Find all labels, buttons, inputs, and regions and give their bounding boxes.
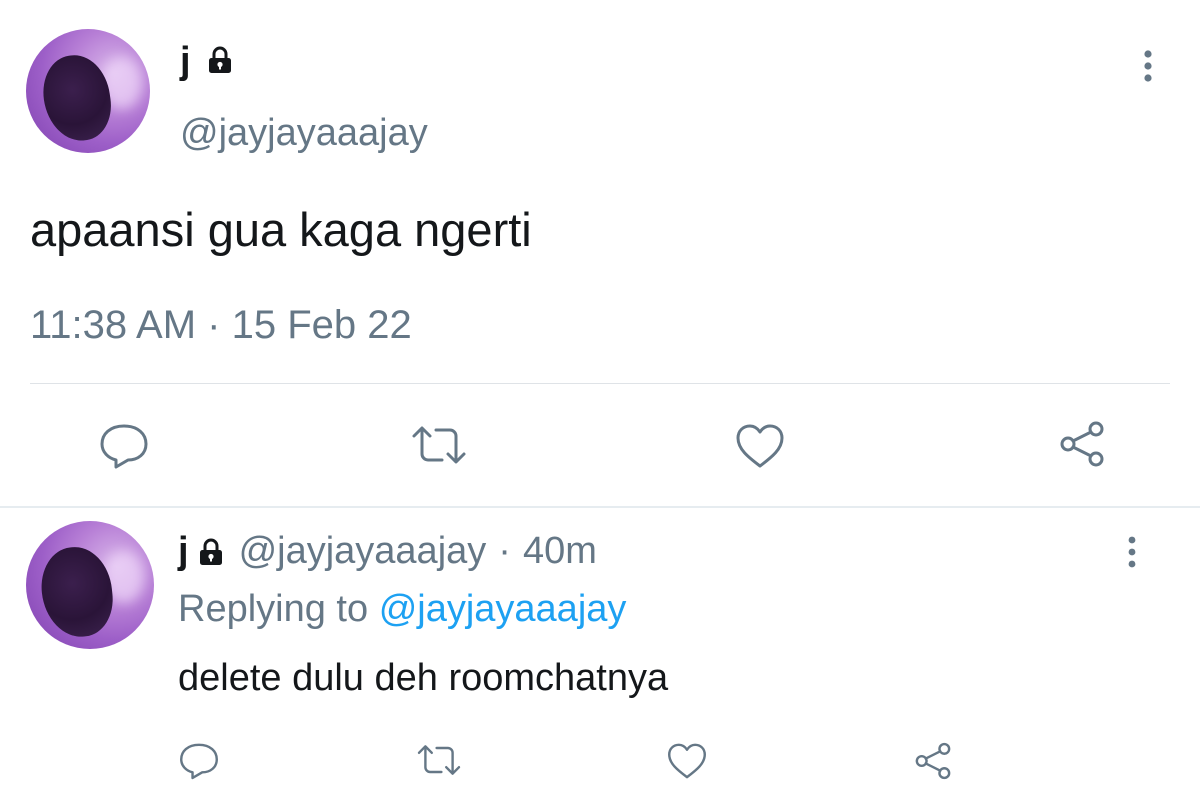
- reply-timestamp[interactable]: 40m: [523, 530, 597, 573]
- more-vertical-icon[interactable]: [1136, 48, 1160, 84]
- more-vertical-icon[interactable]: [1120, 534, 1144, 570]
- share-icon[interactable]: [912, 740, 954, 782]
- retweet-icon[interactable]: [414, 740, 464, 780]
- like-icon[interactable]: [664, 740, 710, 782]
- lock-icon: [199, 538, 222, 565]
- reply-display-name[interactable]: j: [178, 530, 189, 573]
- separator-dot: ·: [498, 530, 511, 572]
- author-avatar[interactable]: [26, 29, 150, 153]
- avatar-figure: [37, 543, 117, 641]
- replying-to-label: Replying to: [178, 588, 369, 630]
- reply-text: delete dulu deh roomchatnya: [178, 657, 669, 699]
- author-display-name[interactable]: j: [180, 40, 191, 83]
- reply-author-avatar[interactable]: [26, 521, 154, 649]
- retweet-icon[interactable]: [408, 420, 470, 470]
- lock-icon: [209, 46, 231, 73]
- author-handle[interactable]: @jayjayaaajay: [180, 112, 428, 155]
- replying-to: Replying to @jayjayaaajay: [178, 588, 626, 631]
- reply-handle[interactable]: @jayjayaaajay: [239, 530, 487, 573]
- reply-header: j @jayjayaaajay · 40m: [178, 530, 597, 573]
- tweet-text: apaansi gua kaga ngerti: [30, 203, 532, 256]
- share-icon[interactable]: [1056, 418, 1108, 470]
- reply-icon[interactable]: [176, 740, 222, 782]
- section-divider: [0, 506, 1200, 508]
- divider: [30, 383, 1170, 384]
- avatar-figure: [38, 50, 116, 146]
- reply-icon[interactable]: [96, 420, 152, 472]
- replying-to-link[interactable]: @jayjayaaajay: [379, 588, 627, 630]
- like-icon[interactable]: [732, 420, 788, 472]
- tweet-timestamp[interactable]: 11:38 AM · 15 Feb 22: [30, 303, 412, 348]
